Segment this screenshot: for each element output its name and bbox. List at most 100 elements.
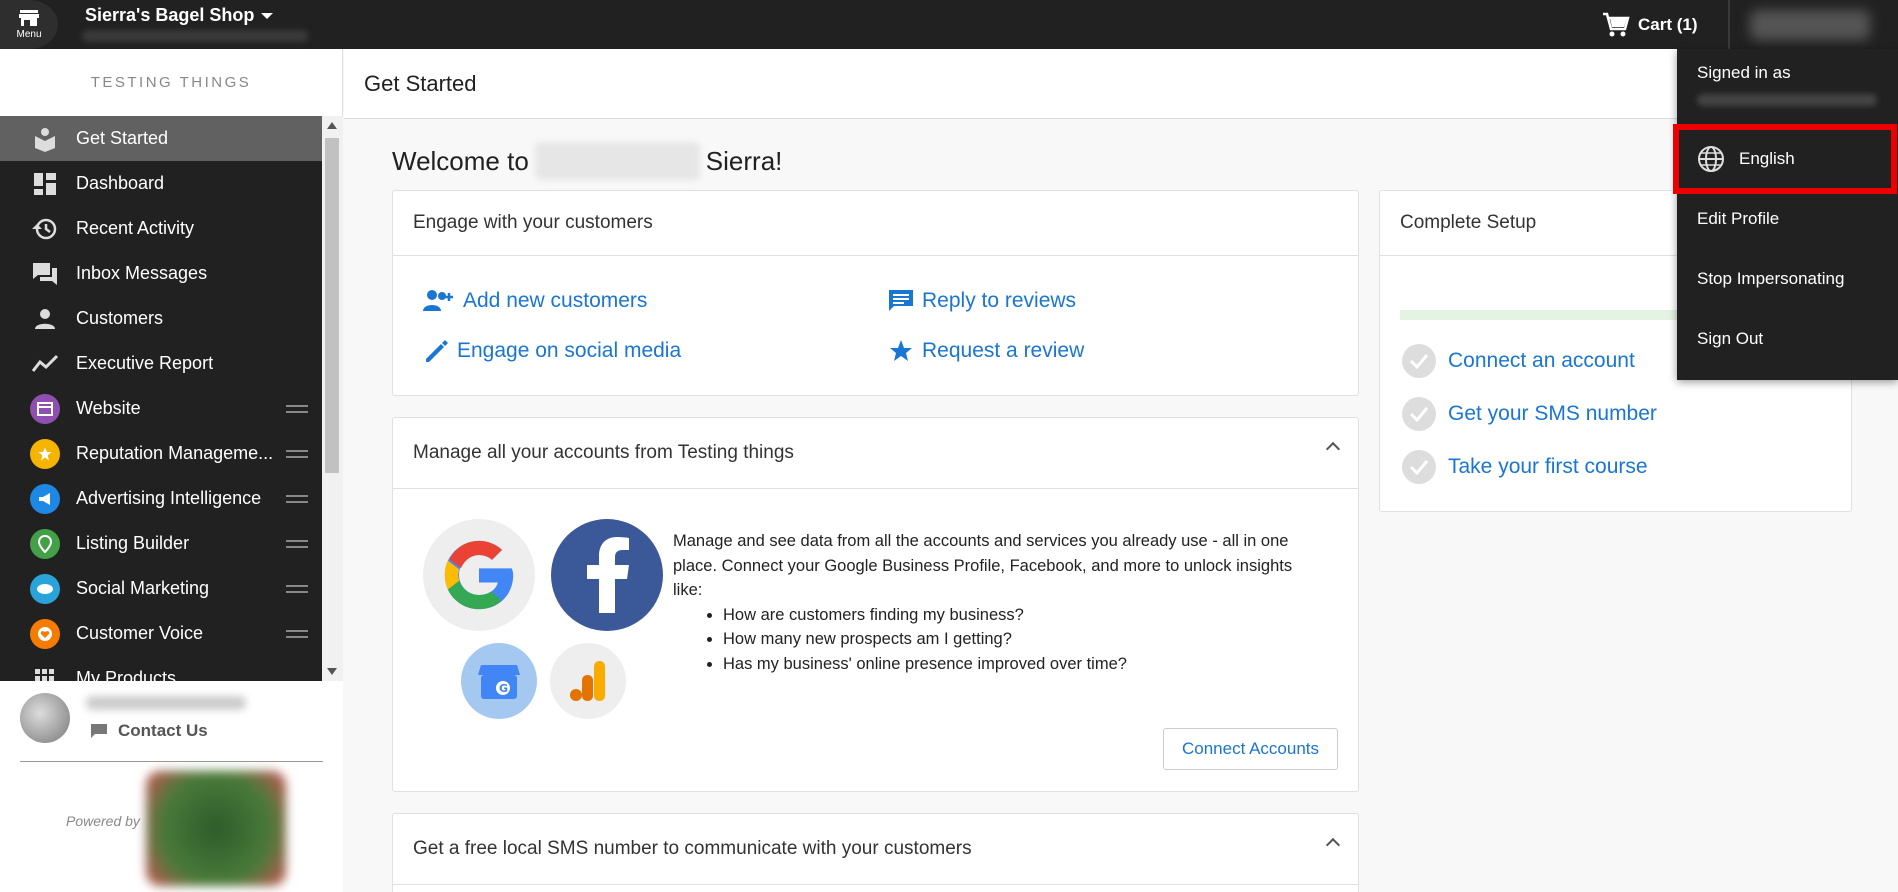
- sidebar-item-advertising-intelligence[interactable]: Advertising Intelligence: [0, 476, 322, 521]
- sidebar-item-social-marketing[interactable]: Social Marketing: [0, 566, 322, 611]
- scroll-down-arrow-icon[interactable]: [327, 668, 337, 675]
- shop-name: Sierra's Bagel Shop: [85, 5, 255, 25]
- dashboard-icon: [28, 169, 62, 199]
- edit-profile-menu-item[interactable]: Edit Profile: [1697, 209, 1779, 229]
- setup-step[interactable]: Get your SMS number: [1402, 397, 1657, 431]
- engage-card: Engage with your customers Add new custo…: [392, 190, 1359, 396]
- sidebar-item-label: Inbox Messages: [76, 263, 208, 283]
- scroll-thumb[interactable]: [325, 138, 339, 473]
- cart-label: Cart (1): [1638, 15, 1698, 34]
- star-icon: [890, 340, 912, 361]
- check-icon: [1402, 397, 1436, 431]
- chevron-up-icon[interactable]: [1325, 837, 1341, 853]
- user-dropdown-menu: Signed in as English Edit Profile Stop I…: [1673, 49, 1898, 380]
- step-label: Get your SMS number: [1448, 402, 1657, 425]
- drag-handle-icon[interactable]: [286, 404, 308, 413]
- comment-icon: [889, 290, 913, 311]
- sidebar-item-label: Executive Report: [76, 353, 214, 373]
- divider: [20, 761, 323, 762]
- setup-step[interactable]: Take your first course: [1402, 450, 1648, 484]
- user-menu-button[interactable]: [1750, 10, 1870, 40]
- sidebar-item-customer-voice[interactable]: Customer Voice: [0, 611, 322, 656]
- divider: [1728, 0, 1730, 49]
- shop-switcher[interactable]: Sierra's Bagel Shop: [85, 5, 274, 26]
- sidebar-item-label: Reputation Manageme...: [76, 443, 274, 463]
- google-logo-icon: [423, 519, 535, 631]
- sidebar-item-executive-report[interactable]: Executive Report: [0, 341, 322, 386]
- svg-text:G: G: [499, 682, 508, 695]
- sidebar-item-get-started[interactable]: Get Started: [0, 116, 322, 161]
- card-title: Manage all your accounts from Testing th…: [413, 442, 794, 463]
- sidebar-item-website[interactable]: Website: [0, 386, 322, 431]
- menu-button[interactable]: Menu: [0, 0, 58, 49]
- sidebar-item-customers[interactable]: Customers: [0, 296, 322, 341]
- caret-down-icon: [261, 12, 274, 19]
- add-customers-link[interactable]: Add new customers: [423, 289, 647, 313]
- sidebar-item-label: Dashboard: [76, 173, 165, 193]
- user-email-redacted: [1697, 94, 1877, 106]
- megaphone-icon: [28, 483, 62, 514]
- star-icon: [28, 438, 62, 469]
- accounts-card: Manage all your accounts from Testing th…: [392, 417, 1359, 792]
- action-label: Engage on social media: [457, 339, 682, 362]
- check-icon: [1402, 450, 1436, 484]
- language-menu-item[interactable]: English: [1673, 124, 1897, 194]
- cart-button[interactable]: Cart (1): [1602, 12, 1698, 38]
- welcome-heading: Welcome to Sierra!: [392, 142, 782, 180]
- sidebar-item-reputation-management[interactable]: Reputation Manageme...: [0, 431, 322, 476]
- connect-accounts-button[interactable]: Connect Accounts: [1162, 728, 1338, 770]
- sidebar-item-dashboard[interactable]: Dashboard: [0, 161, 322, 206]
- sidebar-item-recent-activity[interactable]: Recent Activity: [0, 206, 322, 251]
- scroll-up-arrow-icon[interactable]: [327, 122, 337, 129]
- grid-icon: [28, 664, 62, 682]
- sidebar-item-label: Get Started: [76, 128, 169, 148]
- person-icon: [28, 304, 62, 334]
- sidebar-item-listing-builder[interactable]: Listing Builder: [0, 521, 322, 566]
- partner-logo-redacted: [146, 771, 286, 886]
- card-header[interactable]: Manage all your accounts from Testing th…: [393, 418, 1358, 489]
- list-item: Has my business' online presence improve…: [723, 652, 1323, 677]
- powered-by-label: Powered by: [66, 813, 140, 829]
- sidebar-item-label: Customer Voice: [76, 623, 204, 643]
- avatar: [20, 693, 70, 743]
- action-label: Request a review: [922, 339, 1085, 362]
- drag-handle-icon[interactable]: [286, 584, 308, 593]
- card-header[interactable]: Get a free local SMS number to communica…: [393, 814, 1358, 885]
- heart-icon: [28, 618, 62, 649]
- website-icon: [28, 393, 62, 424]
- sidebar-scrollbar[interactable]: [322, 116, 343, 681]
- list-item: How many new prospects am I getting?: [723, 627, 1323, 652]
- sidebar-item-inbox-messages[interactable]: Inbox Messages: [0, 251, 322, 296]
- card-title: Engage with your customers: [393, 191, 1358, 256]
- action-label: Add new customers: [463, 289, 648, 312]
- sign-out-menu-item[interactable]: Sign Out: [1697, 329, 1763, 349]
- step-label: Connect an account: [1448, 349, 1635, 372]
- social-media-link[interactable]: Engage on social media: [423, 339, 681, 363]
- sidebar-item-my-products[interactable]: My Products: [0, 656, 322, 681]
- drag-handle-icon[interactable]: [286, 539, 308, 548]
- sidebar-item-label: Website: [76, 398, 141, 418]
- chevron-up-icon[interactable]: [1325, 441, 1341, 457]
- drag-handle-icon[interactable]: [286, 629, 308, 638]
- history-icon: [28, 214, 62, 244]
- action-label: Reply to reviews: [922, 289, 1077, 312]
- insights-list: How are customers finding my business? H…: [723, 603, 1323, 677]
- drag-handle-icon[interactable]: [286, 494, 308, 503]
- reply-reviews-link[interactable]: Reply to reviews: [888, 289, 1076, 313]
- trend-icon: [28, 349, 62, 379]
- sidebar-item-label: Listing Builder: [76, 533, 190, 553]
- setup-step[interactable]: Connect an account: [1402, 344, 1635, 378]
- page-header: Get Started: [344, 49, 1898, 119]
- social-icon: [28, 573, 62, 604]
- contact-us-link[interactable]: Contact Us: [90, 721, 208, 741]
- sidebar-item-label: Recent Activity: [76, 218, 195, 238]
- sidebar: TESTING THINGS Get Started Dashboard Rec…: [0, 49, 343, 892]
- sidebar-heading: TESTING THINGS: [90, 74, 252, 91]
- google-business-profile-icon: G: [461, 643, 537, 719]
- business-name-redacted: [534, 142, 700, 180]
- drag-handle-icon[interactable]: [286, 449, 308, 458]
- page-title: Get Started: [364, 71, 477, 96]
- stop-impersonating-menu-item[interactable]: Stop Impersonating: [1697, 269, 1844, 289]
- contact-us-label: Contact Us: [118, 721, 208, 740]
- request-review-link[interactable]: Request a review: [888, 339, 1084, 363]
